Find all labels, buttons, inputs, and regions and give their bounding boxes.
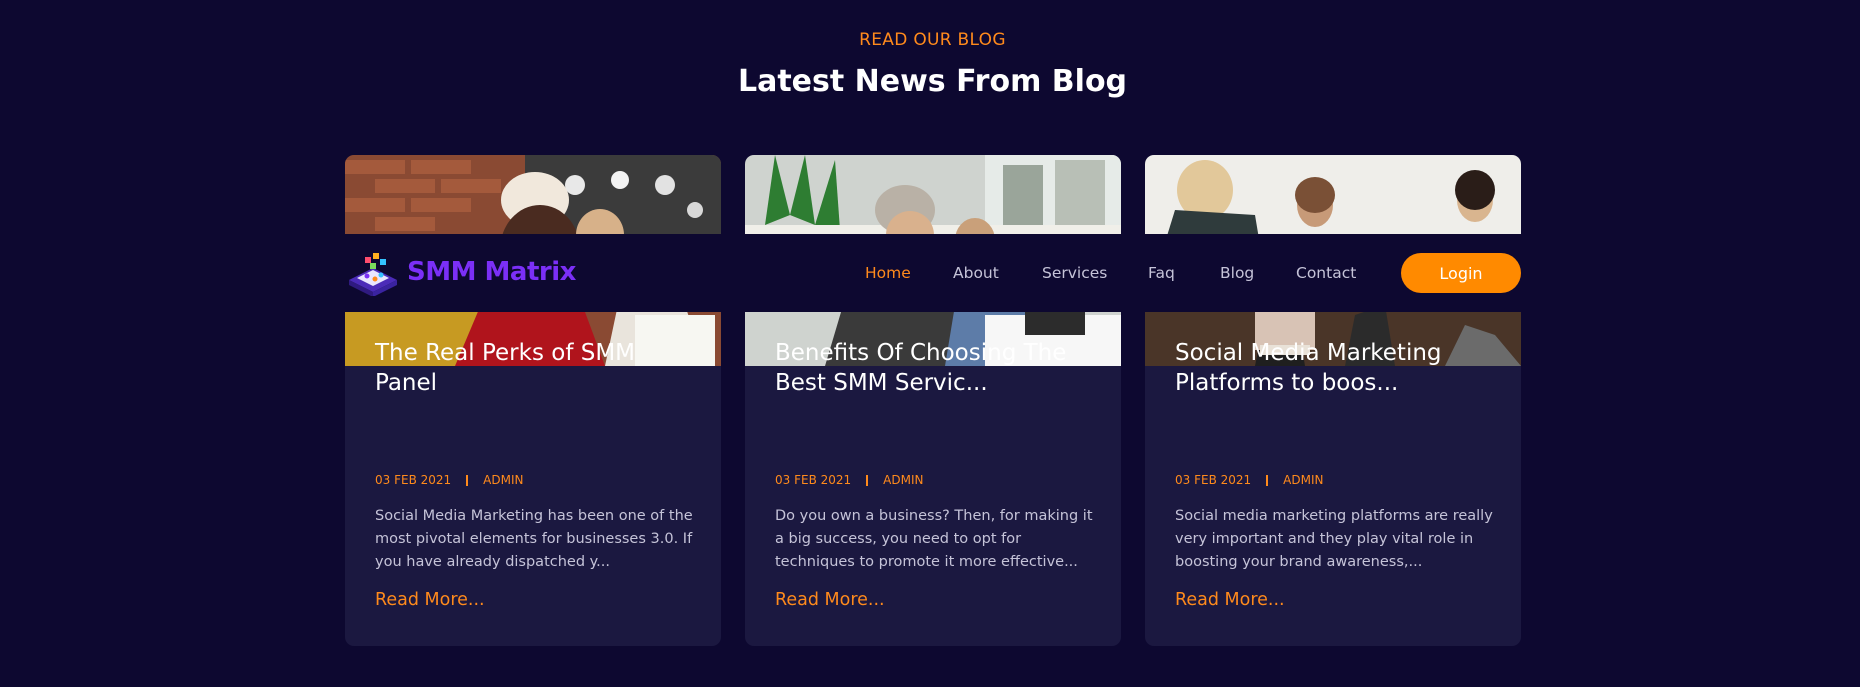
meta-divider: [1266, 474, 1269, 486]
blog-card-meta: 03 FEB 2021 ADMIN: [775, 473, 1095, 487]
blog-card: Benefits Of Choosing The Best SMM Servic…: [745, 155, 1121, 646]
blog-card-title[interactable]: The Real Perks of SMM Panel: [375, 338, 695, 398]
section-kicker: READ OUR BLOG: [859, 30, 1006, 50]
meta-divider: [466, 474, 469, 486]
read-more-link[interactable]: Read More...: [375, 590, 485, 610]
nav-link-services[interactable]: Services: [1042, 264, 1107, 282]
post-author[interactable]: ADMIN: [1283, 473, 1323, 487]
blog-card-title[interactable]: Social Media Marketing Platforms to boos…: [1175, 338, 1495, 398]
blog-card-excerpt: Social Media Marketing has been one of t…: [375, 508, 693, 570]
post-date: 03 FEB 2021: [375, 473, 452, 487]
blog-card-excerpt: Do you own a business? Then, for making …: [775, 508, 1093, 570]
blog-section-page: READ OUR BLOG Latest News From Blog The …: [0, 0, 1860, 687]
blog-card-meta: 03 FEB 2021 ADMIN: [375, 473, 695, 487]
section-title: Latest News From Blog: [737, 64, 1128, 99]
blog-card: Social Media Marketing Platforms to boos…: [1145, 155, 1521, 646]
logo-text: SMM Matrix: [407, 257, 576, 287]
nav-link-contact[interactable]: Contact: [1296, 264, 1356, 282]
blog-card-excerpt: Social media marketing platforms are rea…: [1175, 508, 1493, 570]
blog-cards: The Real Perks of SMM Panel 03 FEB 2021 …: [345, 155, 1521, 646]
read-more-link[interactable]: Read More...: [1175, 590, 1285, 610]
post-date: 03 FEB 2021: [1175, 473, 1252, 487]
post-author[interactable]: ADMIN: [883, 473, 923, 487]
blog-card: The Real Perks of SMM Panel 03 FEB 2021 …: [345, 155, 721, 646]
post-author[interactable]: ADMIN: [483, 473, 523, 487]
site-logo[interactable]: SMM Matrix: [345, 248, 576, 296]
nav-link-blog[interactable]: Blog: [1220, 264, 1254, 282]
top-navbar: SMM Matrix Home About Services Faq Blog …: [0, 234, 1860, 312]
post-date: 03 FEB 2021: [775, 473, 852, 487]
nav-link-home[interactable]: Home: [865, 264, 911, 282]
login-button[interactable]: Login: [1401, 253, 1521, 293]
meta-divider: [866, 474, 869, 486]
read-more-link[interactable]: Read More...: [775, 590, 885, 610]
blog-card-meta: 03 FEB 2021 ADMIN: [1175, 473, 1495, 487]
nav-link-faq[interactable]: Faq: [1148, 264, 1175, 282]
nav-link-about[interactable]: About: [953, 264, 999, 282]
blog-card-title[interactable]: Benefits Of Choosing The Best SMM Servic…: [775, 338, 1095, 398]
logo-icon: [349, 253, 397, 296]
